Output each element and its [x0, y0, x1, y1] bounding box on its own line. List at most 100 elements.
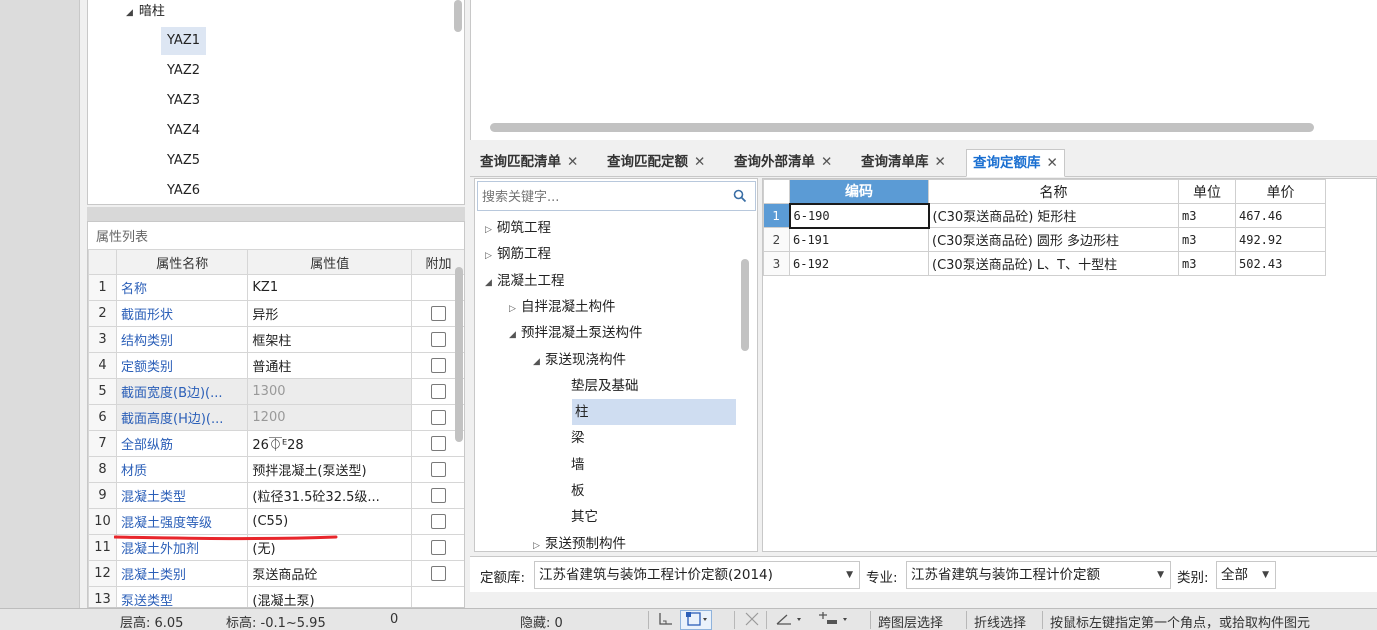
extra-checkbox[interactable] [431, 332, 447, 347]
extra-checkbox[interactable] [431, 306, 447, 321]
property-value[interactable]: 1200 [247, 404, 413, 431]
category-item[interactable]: 垫层及基础 [557, 373, 639, 399]
tab-5[interactable]: 查询定额库 ✕ [966, 149, 1065, 177]
drawing-canvas[interactable] [470, 0, 1377, 140]
code-cell[interactable]: 6-190 [788, 202, 930, 229]
select-box-icon[interactable] [680, 610, 712, 630]
tab-1[interactable]: 查询匹配清单 ✕ [474, 149, 584, 177]
tree-scrollbar[interactable] [454, 0, 462, 32]
extra-checkbox[interactable] [431, 566, 447, 581]
property-value[interactable]: KZ1 [247, 274, 413, 301]
category-item[interactable]: 墙 [557, 452, 585, 478]
collapsed-triangle-icon[interactable]: ▷ [485, 243, 497, 269]
extra-checkbox[interactable] [431, 540, 447, 555]
price-cell[interactable]: 467.46 [1235, 203, 1326, 228]
table-row[interactable]: 2 6-191 (C30泵送商品砼) 圆形 多边形柱 m3 492.92 [763, 227, 1326, 252]
expanded-triangle-icon[interactable]: ◢ [509, 322, 521, 348]
search-input[interactable] [482, 187, 722, 207]
tree-item[interactable]: YAZ5 [167, 147, 200, 175]
tree-item[interactable]: YAZ3 [167, 87, 200, 115]
close-icon[interactable]: ✕ [694, 154, 705, 170]
property-row[interactable]: 6 截面高度(H边)(... 1200 [88, 404, 464, 431]
property-value[interactable]: 异形 [247, 300, 413, 327]
expanded-triangle-icon[interactable]: ◢ [533, 349, 545, 375]
tab-3[interactable]: 查询外部清单 ✕ [728, 149, 838, 177]
extra-checkbox[interactable] [431, 488, 447, 503]
ortho-icon[interactable] [652, 610, 680, 630]
extra-checkbox[interactable] [431, 358, 447, 373]
specialty-select[interactable]: 江苏省建筑与装饰工程计价定额 ▼ [906, 561, 1171, 589]
property-value[interactable]: 泵送商品砼 [247, 560, 413, 587]
extra-checkbox[interactable] [431, 384, 447, 399]
tree-item[interactable]: YAZ4 [167, 117, 200, 145]
property-row[interactable]: 7 全部纵筋 26⏁ᴱ28 [88, 430, 464, 457]
property-row[interactable]: 13 泵送类型 (混凝土泵) [88, 586, 464, 607]
polyline-select-button[interactable]: 折线选择 [974, 612, 1026, 630]
code-column-header[interactable]: 编码 [789, 179, 929, 204]
property-value[interactable]: 1300 [247, 378, 413, 405]
tab-4[interactable]: 查询清单库 ✕ [855, 149, 952, 177]
property-value[interactable]: (混凝土泵) [247, 586, 413, 607]
cross-layer-select-button[interactable]: 跨图层选择 [878, 612, 943, 630]
name-column-header[interactable]: 名称 [928, 179, 1179, 204]
property-row[interactable]: 1 名称 KZ1 [88, 274, 464, 301]
property-row[interactable]: 5 截面宽度(B边)(... 1300 [88, 378, 464, 405]
property-value[interactable]: 预拌混凝土(泵送型) [247, 456, 413, 483]
search-icon[interactable] [733, 189, 747, 203]
table-row[interactable]: 1 6-190 (C30泵送商品砼) 矩形柱 m3 467.46 [763, 202, 1326, 229]
property-row[interactable]: 9 混凝土类型 (粒径31.5砼32.5级... [88, 482, 464, 509]
category-item[interactable]: 其它 [557, 504, 598, 530]
angle-icon[interactable] [770, 610, 810, 630]
close-icon[interactable]: ✕ [1047, 155, 1058, 171]
name-cell[interactable]: (C30泵送商品砼) 圆形 多边形柱 [928, 227, 1179, 252]
canvas-horizontal-scrollbar[interactable] [490, 123, 1314, 132]
category-scrollbar[interactable] [741, 259, 749, 351]
category-item[interactable]: ◢ 预拌混凝土泵送构件 [509, 320, 643, 346]
tree-item[interactable]: YAZ1 [161, 27, 207, 55]
extra-checkbox[interactable] [431, 436, 447, 451]
category-item[interactable]: ◢ 泵送现浇构件 [533, 347, 626, 373]
collapsed-triangle-icon[interactable]: ▷ [533, 533, 545, 559]
code-cell[interactable]: 6-191 [789, 227, 929, 252]
property-row[interactable]: 10 混凝土强度等级 (C55) [88, 508, 464, 535]
category-item[interactable]: ▷ 泵送预制构件 [533, 531, 626, 557]
property-scrollbar[interactable] [455, 267, 463, 442]
price-cell[interactable]: 492.92 [1235, 227, 1326, 252]
category-item[interactable]: ▷ 钢筋工程 [485, 241, 551, 267]
price-column-header[interactable]: 单价 [1235, 179, 1326, 204]
tree-item[interactable]: YAZ2 [167, 57, 200, 85]
table-row[interactable]: 3 6-192 (C30泵送商品砼) L、T、十型柱 m3 502.43 [763, 251, 1326, 276]
unit-cell[interactable]: m3 [1178, 227, 1236, 252]
property-row[interactable]: 12 混凝土类别 泵送商品砼 [88, 560, 464, 587]
tab-2[interactable]: 查询匹配定额 ✕ [601, 149, 711, 177]
extra-checkbox[interactable] [431, 410, 447, 425]
cross-select-icon[interactable] [738, 610, 766, 630]
expanded-triangle-icon[interactable]: ◢ [485, 270, 497, 296]
category-item[interactable]: 梁 [557, 425, 585, 451]
property-value[interactable]: (粒径31.5砼32.5级... [247, 482, 413, 509]
property-value[interactable]: 框架柱 [247, 326, 413, 353]
code-cell[interactable]: 6-192 [789, 251, 929, 276]
property-value[interactable]: (C55) [247, 508, 413, 535]
property-row[interactable]: 3 结构类别 框架柱 [88, 326, 464, 353]
category-item[interactable]: ◢ 混凝土工程 [485, 268, 565, 294]
unit-column-header[interactable]: 单位 [1178, 179, 1236, 204]
tree-group-anzhu[interactable]: ◢ 暗柱 [126, 0, 165, 26]
property-value[interactable]: 26⏁ᴱ28 [247, 430, 413, 457]
price-cell[interactable]: 502.43 [1235, 251, 1326, 276]
property-value[interactable]: 普通柱 [247, 352, 413, 379]
name-cell[interactable]: (C30泵送商品砼) L、T、十型柱 [928, 251, 1179, 276]
category-item[interactable]: ▷ 砌筑工程 [485, 215, 551, 241]
category-item[interactable]: 板 [557, 478, 585, 504]
property-row[interactable]: 4 定额类别 普通柱 [88, 352, 464, 379]
snap-icon[interactable] [812, 610, 856, 630]
category-item[interactable]: ▷ 自拌混凝土构件 [509, 294, 616, 320]
close-icon[interactable]: ✕ [935, 154, 946, 170]
extra-checkbox[interactable] [431, 462, 447, 477]
category-item[interactable]: 柱 [572, 399, 736, 426]
panel-splitter[interactable] [87, 207, 465, 221]
quota-lib-select[interactable]: 江苏省建筑与装饰工程计价定额(2014) ▼ [534, 561, 860, 589]
collapsed-triangle-icon[interactable]: ▷ [485, 217, 497, 243]
extra-checkbox[interactable] [431, 514, 447, 529]
close-icon[interactable]: ✕ [567, 154, 578, 170]
